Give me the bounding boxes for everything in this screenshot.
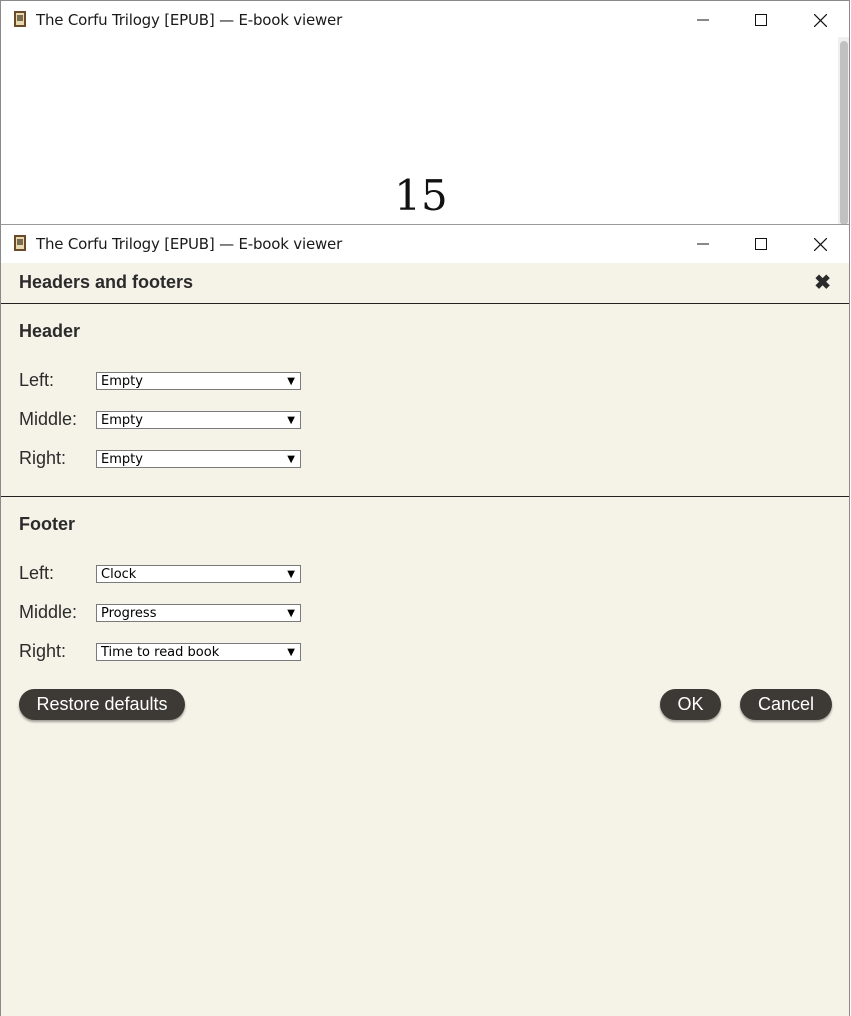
title-bar[interactable]: The Corfu Trilogy [EPUB] — E-book viewer bbox=[1, 225, 849, 263]
title-bar[interactable]: The Corfu Trilogy [EPUB] — E-book viewer bbox=[1, 1, 849, 39]
dropdown-arrow-icon: ▼ bbox=[287, 376, 295, 387]
header-middle-label: Middle: bbox=[19, 409, 78, 429]
dropdown-arrow-icon: ▼ bbox=[287, 647, 295, 658]
ok-button[interactable]: OK bbox=[660, 689, 721, 720]
minimize-button[interactable] bbox=[680, 1, 726, 39]
footer-middle-label: Middle: bbox=[19, 602, 78, 622]
minimize-icon bbox=[697, 19, 709, 21]
select-value: Clock bbox=[101, 567, 137, 582]
header-right-label: Right: bbox=[19, 448, 67, 468]
footer-section: Footer Left: Clock ▼ Middle: Progress ▼ … bbox=[1, 497, 849, 697]
page-number: 15 bbox=[394, 171, 448, 220]
footer-middle-select[interactable]: Progress ▼ bbox=[96, 604, 301, 622]
background-viewer-window: The Corfu Trilogy [EPUB] — E-book viewer… bbox=[0, 0, 850, 225]
select-value: Progress bbox=[101, 606, 157, 621]
select-value: Empty bbox=[101, 413, 143, 428]
restore-defaults-button[interactable]: Restore defaults bbox=[19, 689, 185, 720]
dropdown-arrow-icon: ▼ bbox=[287, 415, 295, 426]
window-title: The Corfu Trilogy [EPUB] — E-book viewer bbox=[36, 11, 343, 29]
maximize-button[interactable] bbox=[738, 1, 784, 39]
close-icon bbox=[813, 13, 827, 27]
dialog-header: Headers and footers ✖ bbox=[1, 263, 849, 304]
maximize-icon bbox=[755, 14, 767, 26]
dialog-title: Headers and footers bbox=[19, 272, 194, 292]
dropdown-arrow-icon: ▼ bbox=[287, 608, 295, 619]
header-right-select[interactable]: Empty ▼ bbox=[96, 450, 301, 468]
window-title: The Corfu Trilogy [EPUB] — E-book viewer bbox=[36, 235, 343, 253]
select-value: Empty bbox=[101, 452, 143, 467]
maximize-icon bbox=[755, 238, 767, 250]
minimize-icon bbox=[697, 243, 709, 245]
cancel-button[interactable]: Cancel bbox=[740, 689, 832, 720]
header-middle-select[interactable]: Empty ▼ bbox=[96, 411, 301, 429]
maximize-button[interactable] bbox=[738, 225, 784, 263]
footer-left-select[interactable]: Clock ▼ bbox=[96, 565, 301, 583]
dialog-close-icon[interactable]: ✖ bbox=[814, 270, 831, 295]
minimize-button[interactable] bbox=[680, 225, 726, 263]
footer-left-label: Left: bbox=[19, 563, 55, 583]
footer-right-label: Right: bbox=[19, 641, 67, 661]
dropdown-arrow-icon: ▼ bbox=[287, 454, 295, 465]
header-left-select[interactable]: Empty ▼ bbox=[96, 372, 301, 390]
select-value: Time to read book bbox=[101, 645, 220, 660]
header-section-title: Header bbox=[19, 321, 81, 341]
select-value: Empty bbox=[101, 374, 143, 389]
dropdown-arrow-icon: ▼ bbox=[287, 569, 295, 580]
footer-right-select[interactable]: Time to read book ▼ bbox=[96, 643, 301, 661]
foreground-viewer-window: The Corfu Trilogy [EPUB] — E-book viewer… bbox=[0, 224, 850, 1016]
book-icon bbox=[14, 11, 26, 27]
close-window-button[interactable] bbox=[797, 1, 843, 39]
header-section: Header Left: Empty ▼ Middle: Empty ▼ Rig… bbox=[1, 304, 849, 497]
book-icon bbox=[14, 235, 26, 251]
close-window-button[interactable] bbox=[797, 225, 843, 263]
scrollbar-thumb[interactable] bbox=[840, 41, 848, 225]
footer-section-title: Footer bbox=[19, 514, 75, 534]
close-icon bbox=[813, 237, 827, 251]
header-left-label: Left: bbox=[19, 370, 55, 390]
